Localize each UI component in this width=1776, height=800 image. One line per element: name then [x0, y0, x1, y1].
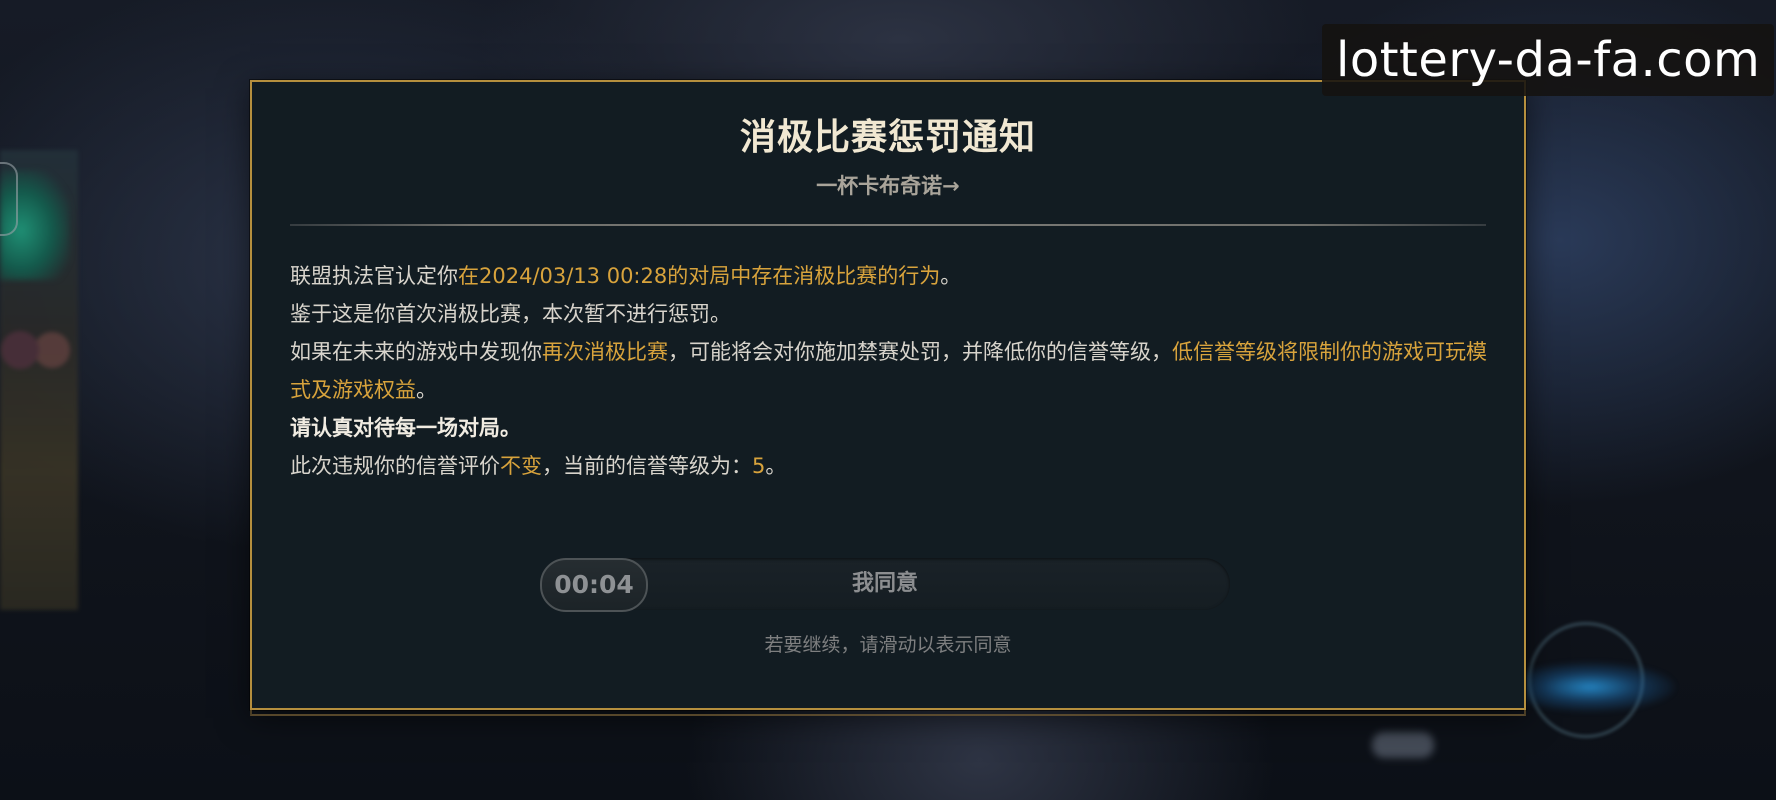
credit-highlight-unchanged: 不变	[500, 454, 542, 478]
body-line-warning: 如果在未来的游戏中发现你再次消极比赛，可能将会对你施加禁赛处罚，并降低你的信誉等…	[290, 333, 1490, 409]
slider-hint-text: 若要继续，请滑动以表示同意	[764, 634, 1012, 656]
background-hex-frame	[0, 162, 18, 236]
body-line-verdict: 联盟执法官认定你在2024/03/13 00:28的对局中存在消极比赛的行为。	[290, 257, 1490, 295]
verdict-prefix: 联盟执法官认定你	[290, 264, 458, 288]
credit-level-value: 5	[752, 454, 766, 478]
credit-prefix: 此次违规你的信誉评价	[290, 454, 500, 478]
warning-middle: ，可能将会对你施加禁赛处罚，并降低你的信誉等级，	[668, 340, 1172, 364]
verdict-suffix: 。	[940, 264, 962, 288]
watermark-text: lottery-da-fa.com	[1322, 24, 1775, 96]
dialog-subtitle: 一杯卡布奇诺→	[816, 174, 960, 198]
background-blob-art	[1372, 732, 1434, 758]
dialog-title: 消极比赛惩罚通知	[739, 117, 1036, 158]
credit-middle: ，当前的信誉等级为：	[542, 454, 752, 478]
dialog-body: 联盟执法官认定你在2024/03/13 00:28的对局中存在消极比赛的行为。 …	[290, 257, 1490, 485]
verdict-highlight: 在2024/03/13 00:28的对局中存在消极比赛的行为	[458, 264, 941, 288]
warning-prefix: 如果在未来的游戏中发现你	[290, 340, 542, 364]
title-divider	[290, 224, 1486, 226]
body-line-first-offense: 鉴于这是你首次消极比赛，本次暂不进行惩罚。	[290, 302, 731, 326]
background-avatar-group	[0, 315, 72, 385]
credit-suffix: 。	[765, 454, 787, 478]
background-glow-art	[1505, 662, 1675, 712]
penalty-notice-dialog: 消极比赛惩罚通知 一杯卡布奇诺→ 联盟执法官认定你在2024/03/13 00:…	[250, 80, 1526, 716]
warning-highlight-repeat: 再次消极比赛	[542, 340, 668, 364]
warning-suffix: 。	[416, 378, 437, 402]
agree-slider-thumb[interactable]: 00:04	[540, 558, 648, 612]
body-line-credit-level: 此次违规你的信誉评价不变，当前的信誉等级为：5。	[290, 447, 1490, 485]
body-line-reminder: 请认真对待每一场对局。	[290, 416, 521, 440]
